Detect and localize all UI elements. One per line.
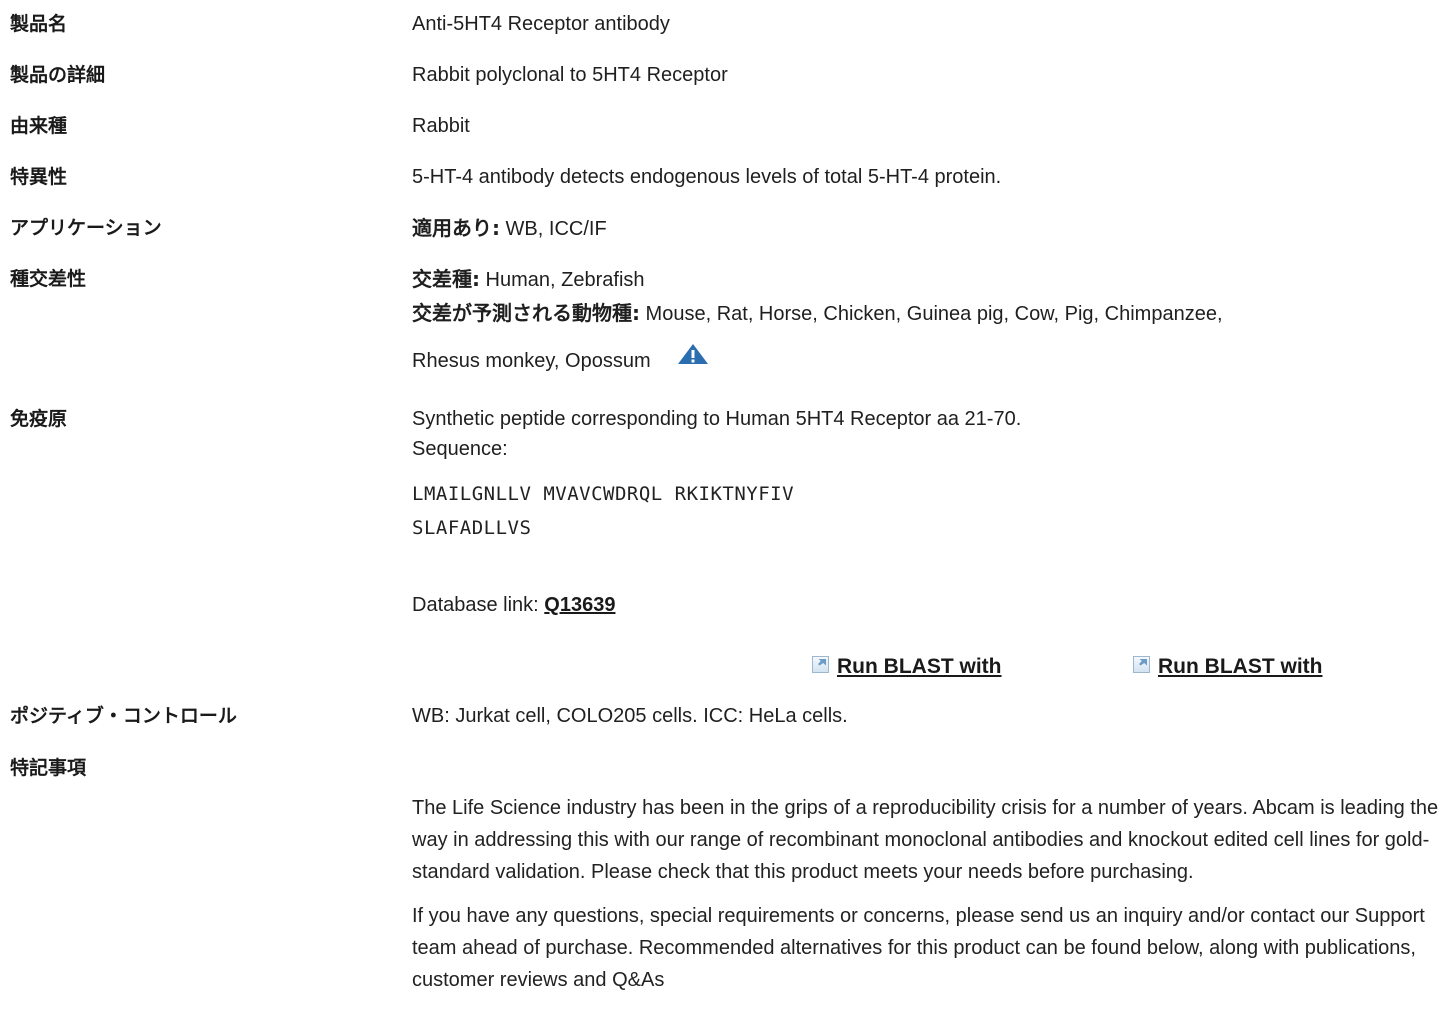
reacts-with-list: Human, Zebrafish [480, 269, 645, 291]
value-species-reactivity: 交差種: Human, Zebrafish 交差が予測される動物種: Mouse… [412, 265, 1442, 375]
run-blast-link-2[interactable]: Run BLAST with [1133, 653, 1322, 681]
notes-paragraph-2: If you have any questions, special requi… [412, 905, 1425, 991]
product-datasheet: 製品名 Anti-5HT4 Receptor antibody 製品の詳細 Ra… [0, 0, 1445, 1032]
value-specificity: 5-HT-4 antibody detects endogenous level… [412, 166, 1002, 188]
value-product-name: Anti-5HT4 Receptor antibody [412, 13, 670, 35]
external-window-icon [812, 655, 829, 673]
label-notes: 特記事項 [10, 757, 87, 779]
label-specificity: 特異性 [10, 166, 68, 188]
run-blast-label-1: Run BLAST with [837, 655, 1002, 678]
label-product-name: 製品名 [10, 13, 68, 35]
value-host-species: Rabbit [412, 115, 470, 137]
value-positive-control: WB: Jurkat cell, COLO205 cells. ICC: HeL… [412, 705, 848, 727]
label-species-reactivity: 種交差性 [10, 268, 87, 290]
applications-prefix: 適用あり: [412, 216, 500, 240]
database-link-label: Database link: [412, 594, 545, 616]
label-product-detail: 製品の詳細 [10, 64, 106, 86]
external-window-icon [1133, 655, 1150, 673]
label-host-species: 由来種 [10, 115, 68, 137]
immunogen-sequence-label: Sequence: [412, 438, 508, 460]
predicted-list: Mouse, Rat, Horse, Chicken, Guinea pig, … [640, 303, 1223, 325]
database-link-q13639[interactable]: Q13639 [544, 594, 615, 616]
warning-triangle-icon[interactable] [677, 343, 709, 373]
predicted-prefix: 交差が予測される動物種: [412, 301, 640, 325]
run-blast-label-2: Run BLAST with [1158, 655, 1323, 678]
run-blast-link-1[interactable]: Run BLAST with [812, 653, 1001, 681]
value-notes: The Life Science industry has been in th… [412, 792, 1442, 996]
notes-paragraph-1: The Life Science industry has been in th… [412, 797, 1439, 883]
label-positive-control: ポジティブ・コントロール [10, 705, 237, 727]
reacts-with-prefix: 交差種: [412, 267, 480, 291]
value-applications: 適用あり: WB, ICC/IF [412, 214, 1442, 243]
sequence-line-1: LMAILGNLLV MVAVCWDRQL RKIKTNYFIV [412, 483, 795, 505]
predicted-list-cont: Rhesus monkey, Opossum [412, 350, 651, 372]
label-immunogen: 免疫原 [10, 408, 68, 430]
value-immunogen: Synthetic peptide corresponding to Human… [412, 405, 1442, 619]
database-link-row: Database link: Q13639 [412, 591, 1442, 619]
value-product-detail: Rabbit polyclonal to 5HT4 Receptor [412, 64, 728, 86]
sequence-line-2: SLAFADLLVS [412, 517, 532, 539]
immunogen-description: Synthetic peptide corresponding to Human… [412, 408, 1022, 430]
applications-list: WB, ICC/IF [500, 218, 607, 240]
label-applications: アプリケーション [10, 217, 162, 239]
